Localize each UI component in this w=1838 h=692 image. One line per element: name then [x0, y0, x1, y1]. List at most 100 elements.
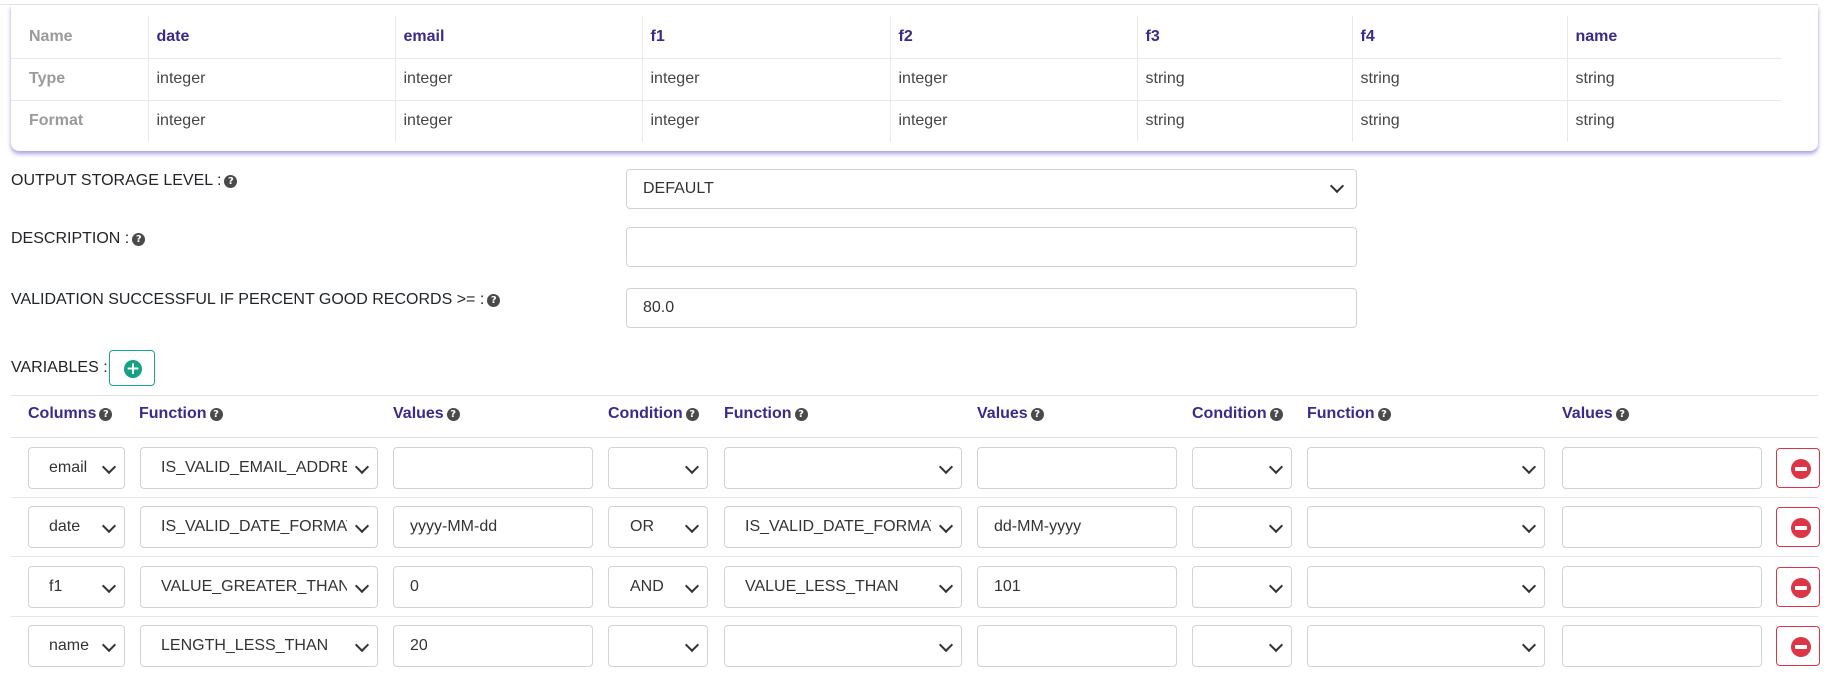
- schema-card: Name date email f1 f2 f3 f4 name Type in…: [11, 5, 1818, 151]
- schema-type-cell: string: [1566, 58, 1781, 101]
- remove-variable-button[interactable]: [1776, 626, 1820, 666]
- values-input[interactable]: 101: [977, 566, 1177, 608]
- schema-format-cell: string: [1566, 100, 1781, 142]
- condition-select[interactable]: [1192, 447, 1292, 489]
- row-divider: [11, 497, 1818, 498]
- question-circle-icon[interactable]: ?: [132, 233, 146, 246]
- values-input[interactable]: yyyy-MM-dd: [393, 506, 593, 548]
- storage-level-select[interactable]: DEFAULT: [626, 169, 1357, 209]
- description-input[interactable]: [626, 227, 1357, 267]
- column-select[interactable]: name: [28, 625, 125, 667]
- column-select[interactable]: date: [28, 506, 125, 548]
- chevron-down-icon: [1268, 518, 1284, 534]
- values-input[interactable]: 20: [393, 625, 593, 667]
- chevron-down-icon: [1268, 578, 1284, 594]
- condition-select[interactable]: [1192, 506, 1292, 548]
- function-select[interactable]: VALUE_LESS_THAN: [724, 566, 962, 608]
- question-circle-icon[interactable]: ?: [1269, 408, 1283, 421]
- question-circle-icon[interactable]: ?: [794, 408, 808, 421]
- function-select[interactable]: [1307, 625, 1545, 667]
- chevron-down-icon: [938, 518, 954, 534]
- storage-level-label: OUTPUT STORAGE LEVEL :?: [11, 172, 238, 190]
- question-circle-icon[interactable]: ?: [1030, 408, 1044, 421]
- values-input[interactable]: [1562, 625, 1762, 667]
- schema-type-cell: integer: [394, 58, 642, 101]
- function-select[interactable]: [1307, 447, 1545, 489]
- schema-type-cell: integer: [889, 58, 1137, 101]
- chevron-down-icon: [354, 459, 370, 475]
- variables-label: VARIABLES :: [11, 359, 108, 376]
- schema-format-cell: string: [1136, 100, 1352, 142]
- schema-column-name: name: [1566, 16, 1781, 59]
- values-input[interactable]: 0: [393, 566, 593, 608]
- function-select[interactable]: IS_VALID_DATE_FORMAT: [724, 506, 962, 548]
- function-select[interactable]: [724, 625, 962, 667]
- minus-circle-icon: [1791, 518, 1811, 538]
- schema-format-cell: integer: [641, 100, 890, 142]
- values-input[interactable]: [1562, 566, 1762, 608]
- remove-variable-button[interactable]: [1776, 448, 1820, 488]
- chevron-down-icon: [101, 578, 117, 594]
- chevron-down-icon: [1521, 637, 1537, 653]
- schema-name-row: Name date email f1 f2 f3 f4 name: [11, 16, 1781, 59]
- remove-variable-button[interactable]: [1776, 567, 1820, 607]
- chevron-down-icon: [354, 578, 370, 594]
- schema-type-cell: integer: [147, 58, 395, 101]
- function-value: LENGTH_LESS_THAN: [161, 637, 329, 654]
- question-circle-icon[interactable]: ?: [1377, 408, 1391, 421]
- values-input[interactable]: [977, 625, 1177, 667]
- function-value: VALUE_LESS_THAN: [745, 578, 899, 595]
- chevron-down-icon: [684, 578, 700, 594]
- question-circle-icon[interactable]: ?: [224, 175, 238, 188]
- question-circle-icon[interactable]: ?: [99, 408, 113, 421]
- values-input[interactable]: [393, 447, 593, 489]
- chevron-down-icon: [1268, 459, 1284, 475]
- function-select[interactable]: IS_VALID_EMAIL_ADDRE: [140, 447, 378, 489]
- question-circle-icon[interactable]: ?: [685, 408, 699, 421]
- question-circle-icon[interactable]: ?: [487, 294, 501, 307]
- function-select[interactable]: [1307, 566, 1545, 608]
- function-select[interactable]: VALUE_GREATER_THAN: [140, 566, 378, 608]
- question-circle-icon[interactable]: ?: [209, 408, 223, 421]
- chevron-down-icon: [938, 637, 954, 653]
- schema-table: Name date email f1 f2 f3 f4 name Type in…: [11, 16, 1781, 142]
- validation-percent-input[interactable]: [626, 288, 1357, 328]
- storage-level-label-text: OUTPUT STORAGE LEVEL :: [11, 172, 222, 189]
- remove-variable-button[interactable]: [1776, 507, 1820, 547]
- description-label: DESCRIPTION :?: [11, 230, 146, 248]
- condition-select[interactable]: [1192, 566, 1292, 608]
- values-input[interactable]: [1562, 506, 1762, 548]
- values-input[interactable]: [977, 447, 1177, 489]
- condition-select[interactable]: [608, 625, 708, 667]
- add-variable-button[interactable]: +: [109, 350, 155, 386]
- chevron-down-icon: [354, 518, 370, 534]
- function-value: IS_VALID_DATE_FORMAT: [161, 518, 347, 535]
- chevron-down-icon: [1329, 178, 1345, 194]
- function-select[interactable]: LENGTH_LESS_THAN: [140, 625, 378, 667]
- condition-select[interactable]: AND: [608, 566, 708, 608]
- values-input[interactable]: [1562, 447, 1762, 489]
- header-function: Function?: [139, 405, 223, 423]
- function-select[interactable]: IS_VALID_DATE_FORMAT: [140, 506, 378, 548]
- function-select[interactable]: [1307, 506, 1545, 548]
- function-value: IS_VALID_EMAIL_ADDRE: [161, 459, 347, 476]
- question-circle-icon[interactable]: ?: [446, 408, 460, 421]
- column-value: date: [49, 518, 81, 535]
- function-value: IS_VALID_DATE_FORMAT: [745, 518, 931, 535]
- minus-circle-icon: [1791, 578, 1811, 598]
- header-condition: Condition?: [608, 405, 699, 423]
- values-input[interactable]: dd-MM-yyyy: [977, 506, 1177, 548]
- column-value: f1: [49, 578, 63, 595]
- column-select[interactable]: email: [28, 447, 125, 489]
- schema-column-name: f3: [1136, 16, 1352, 59]
- header-values: Values?: [977, 405, 1044, 423]
- condition-select[interactable]: [1192, 625, 1292, 667]
- column-select[interactable]: f1: [28, 566, 125, 608]
- header-condition: Condition?: [1192, 405, 1283, 423]
- condition-select[interactable]: [608, 447, 708, 489]
- question-circle-icon[interactable]: ?: [1615, 408, 1629, 421]
- function-select[interactable]: [724, 447, 962, 489]
- schema-type-cell: string: [1136, 58, 1352, 101]
- condition-select[interactable]: OR: [608, 506, 708, 548]
- schema-column-name: f2: [889, 16, 1137, 59]
